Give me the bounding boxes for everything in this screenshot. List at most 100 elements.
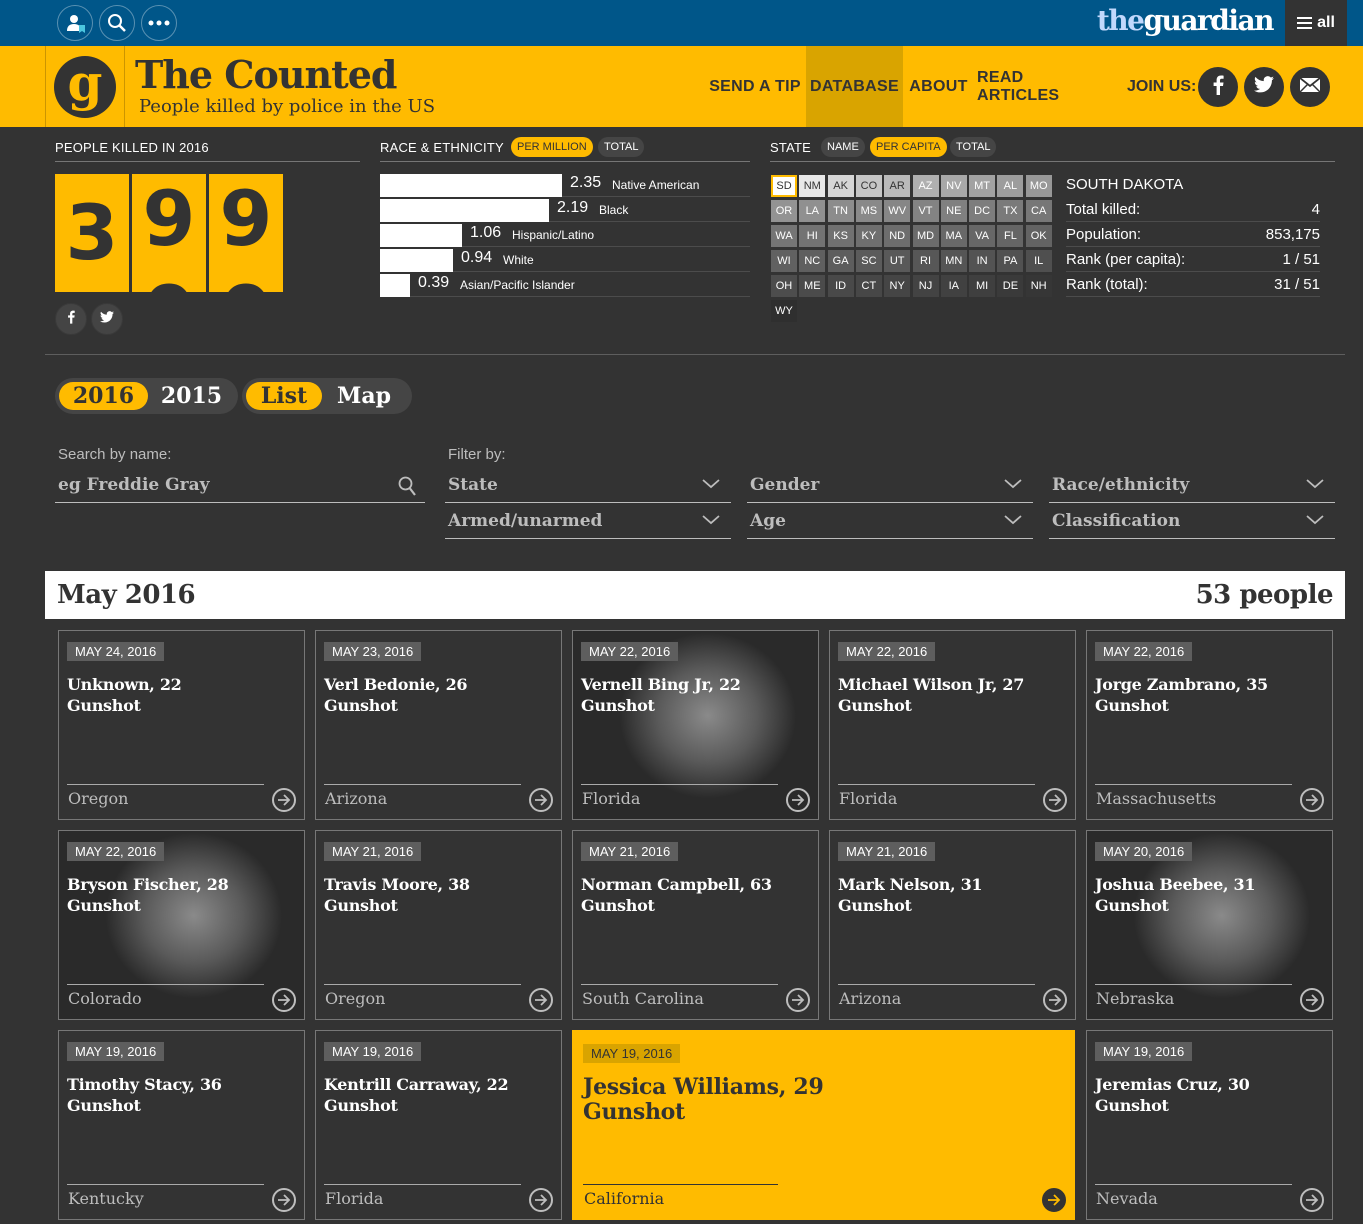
all-sections-button[interactable]: all [1285, 0, 1347, 46]
share-facebook-button[interactable] [55, 303, 87, 335]
state-cell-ga[interactable]: GA [827, 250, 854, 272]
state-cell-wi[interactable]: WI [771, 250, 797, 272]
state-cell-wv[interactable]: WV [884, 200, 911, 222]
state-cell-ak[interactable]: AK [827, 175, 854, 197]
state-cell-ks[interactable]: KS [827, 225, 854, 247]
arrow-right-icon[interactable] [529, 988, 553, 1012]
state-cell-ri[interactable]: RI [912, 250, 939, 272]
victim-card[interactable]: MAY 21, 2016 Travis Moore, 38 Gunshot Orego… [315, 830, 562, 1020]
guardian-logo[interactable]: theguardian [1097, 4, 1275, 37]
state-cell-tx[interactable]: TX [997, 200, 1024, 222]
state-cell-nj[interactable]: NJ [912, 275, 939, 297]
state-cell-ny[interactable]: NY [884, 275, 911, 297]
state-cell-nm[interactable]: NM [799, 175, 826, 197]
search-input[interactable]: eg Freddie Gray [55, 467, 425, 503]
state-cell-ok[interactable]: OK [1025, 225, 1052, 247]
state-cell-ms[interactable]: MS [855, 200, 882, 222]
state-cell-oh[interactable]: OH [771, 275, 797, 297]
year-2016-button[interactable]: 2016 [59, 382, 148, 410]
race-ethnicity-filter[interactable]: Race/ethnicity [1049, 467, 1335, 503]
state-per-capita-toggle[interactable]: PER CAPITA [870, 137, 947, 157]
arrow-right-icon[interactable] [272, 788, 296, 812]
victim-card[interactable]: MAY 22, 2016 Vernell Bing Jr, 22 Gunshot Fl… [572, 630, 819, 820]
state-cell-mo[interactable]: MO [1025, 175, 1052, 197]
victim-card[interactable]: MAY 21, 2016 Norman Campbell, 63 Gunshot So… [572, 830, 819, 1020]
state-cell-al[interactable]: AL [997, 175, 1024, 197]
state-cell-mt[interactable]: MT [969, 175, 996, 197]
state-cell-nh[interactable]: NH [1025, 275, 1052, 297]
age-filter[interactable]: Age [747, 503, 1033, 539]
arrow-right-icon[interactable] [1043, 788, 1067, 812]
state-cell-vt[interactable]: VT [912, 200, 939, 222]
guardian-g-logo[interactable]: g [45, 46, 125, 127]
state-cell-tn[interactable]: TN [827, 200, 854, 222]
state-cell-in[interactable]: IN [969, 250, 996, 272]
nav-about[interactable]: ABOUT [903, 46, 974, 127]
state-cell-or[interactable]: OR [771, 200, 797, 222]
facebook-button[interactable] [1198, 67, 1238, 107]
state-cell-pa[interactable]: PA [997, 250, 1024, 272]
victim-card[interactable]: MAY 20, 2016 Joshua Beebee, 31 Gunshot Nebr… [1086, 830, 1333, 1020]
arrow-right-icon[interactable] [786, 788, 810, 812]
arrow-right-icon[interactable] [1300, 988, 1324, 1012]
race-per-million-toggle[interactable]: PER MILLION [511, 137, 593, 157]
state-cell-co[interactable]: CO [855, 175, 882, 197]
arrow-right-icon[interactable] [786, 988, 810, 1012]
nav-database[interactable]: DATABASE [806, 46, 903, 127]
state-cell-ct[interactable]: CT [855, 275, 882, 297]
state-cell-de[interactable]: DE [997, 275, 1024, 297]
state-cell-sd[interactable]: SD [771, 175, 797, 197]
arrow-right-icon[interactable] [1300, 1188, 1324, 1212]
state-cell-wy[interactable]: WY [771, 300, 797, 322]
race-total-toggle[interactable]: TOTAL [598, 137, 645, 157]
state-cell-ar[interactable]: AR [884, 175, 911, 197]
state-cell-ut[interactable]: UT [884, 250, 911, 272]
arrow-right-icon[interactable] [1042, 1188, 1066, 1212]
victim-card[interactable]: MAY 22, 2016 Bryson Fischer, 28 Gunshot Col… [58, 830, 305, 1020]
twitter-button[interactable] [1244, 67, 1284, 107]
state-cell-ky[interactable]: KY [855, 225, 882, 247]
state-name-toggle[interactable]: NAME [821, 137, 865, 157]
victim-card[interactable]: MAY 19, 2016 Jeremias Cruz, 30 Gunshot Neva… [1086, 1030, 1333, 1220]
state-cell-sc[interactable]: SC [855, 250, 882, 272]
list-view-button[interactable]: List [246, 382, 322, 410]
victim-card[interactable]: MAY 21, 2016 Mark Nelson, 31 Gunshot Arizon… [829, 830, 1076, 1020]
state-cell-fl[interactable]: FL [997, 225, 1024, 247]
victim-card[interactable]: MAY 23, 2016 Verl Bedonie, 26 Gunshot Arizo… [315, 630, 562, 820]
arrow-right-icon[interactable] [1300, 788, 1324, 812]
victim-card[interactable]: MAY 22, 2016 Jorge Zambrano, 35 Gunshot Mas… [1086, 630, 1333, 820]
state-cell-mi[interactable]: MI [969, 275, 996, 297]
arrow-right-icon[interactable] [529, 1188, 553, 1212]
gender-filter[interactable]: Gender [747, 467, 1033, 503]
year-2015-button[interactable]: 2015 [149, 382, 234, 410]
state-cell-az[interactable]: AZ [912, 175, 939, 197]
state-filter[interactable]: State [445, 467, 731, 503]
profile-button[interactable] [57, 5, 93, 41]
state-cell-dc[interactable]: DC [969, 200, 996, 222]
state-cell-hi[interactable]: HI [799, 225, 826, 247]
more-button[interactable] [141, 5, 177, 41]
share-twitter-button[interactable] [91, 303, 123, 335]
state-cell-ma[interactable]: MA [940, 225, 967, 247]
state-cell-id[interactable]: ID [827, 275, 854, 297]
state-cell-me[interactable]: ME [799, 275, 826, 297]
map-view-button[interactable]: Map [324, 382, 404, 410]
search-button[interactable] [99, 5, 135, 41]
victim-card[interactable]: MAY 19, 2016 Kentrill Carraway, 22 Gunshot… [315, 1030, 562, 1220]
state-cell-mn[interactable]: MN [940, 250, 967, 272]
state-cell-la[interactable]: LA [799, 200, 826, 222]
state-cell-ne[interactable]: NE [940, 200, 967, 222]
state-cell-va[interactable]: VA [969, 225, 996, 247]
state-cell-nc[interactable]: NC [799, 250, 826, 272]
email-button[interactable] [1290, 67, 1330, 107]
state-cell-wa[interactable]: WA [771, 225, 797, 247]
state-cell-il[interactable]: IL [1025, 250, 1052, 272]
nav-read-articles[interactable]: READ ARTICLES [977, 46, 1107, 127]
victim-card[interactable]: MAY 24, 2016 Unknown, 22 Gunshot Oregon [58, 630, 305, 820]
arrow-right-icon[interactable] [272, 988, 296, 1012]
arrow-right-icon[interactable] [529, 788, 553, 812]
nav-send-a-tip[interactable]: SEND A TIP [705, 46, 805, 127]
arrow-right-icon[interactable] [1043, 988, 1067, 1012]
state-cell-ia[interactable]: IA [940, 275, 967, 297]
state-total-toggle[interactable]: TOTAL [950, 137, 997, 157]
